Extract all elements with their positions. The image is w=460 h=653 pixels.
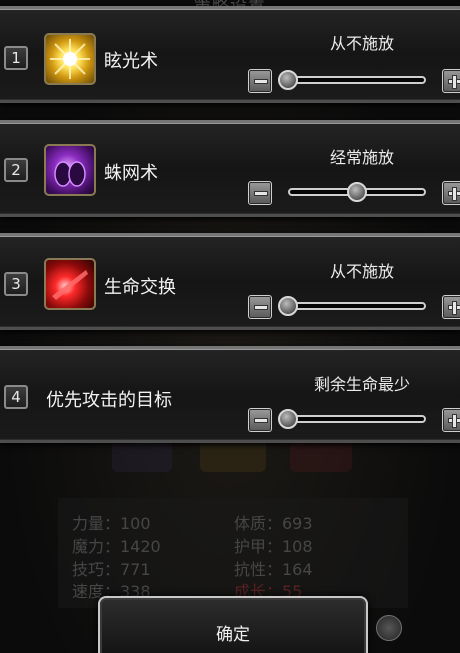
row-number: 1 bbox=[4, 46, 28, 70]
web-skill-icon bbox=[44, 144, 96, 196]
increase-button[interactable] bbox=[442, 295, 460, 319]
slider-thumb[interactable] bbox=[278, 296, 298, 316]
slider-thumb[interactable] bbox=[278, 70, 298, 90]
stat-armor: 护甲：108 bbox=[234, 537, 313, 556]
slider-thumb[interactable] bbox=[347, 182, 367, 202]
blood-streak-icon bbox=[52, 270, 88, 300]
confirm-button[interactable]: 确定 bbox=[98, 596, 368, 653]
stat-magic: 魔力：1420 bbox=[72, 537, 161, 556]
ghost-portrait-1 bbox=[112, 440, 172, 472]
decrease-button[interactable] bbox=[248, 408, 272, 432]
increase-button[interactable] bbox=[442, 181, 460, 205]
decrease-button[interactable] bbox=[248, 69, 272, 93]
frequency-slider[interactable] bbox=[288, 302, 426, 310]
priority-slider[interactable] bbox=[288, 415, 426, 423]
decrease-button[interactable] bbox=[248, 181, 272, 205]
skill-name: 眩光术 bbox=[104, 51, 158, 72]
skill-name: 蛛网术 bbox=[104, 163, 158, 184]
frequency-slider[interactable] bbox=[288, 76, 426, 84]
stat-constitution: 体质：693 bbox=[234, 514, 313, 533]
strategy-row-4: 4 优先攻击的目标 剩余生命最少 bbox=[0, 346, 460, 443]
strategy-row-2: 2 蛛网术 经常施放 bbox=[0, 120, 460, 217]
target-priority-label: 优先攻击的目标 bbox=[46, 390, 172, 411]
strategy-row-3: 3 生命交换 从不施放 bbox=[0, 233, 460, 330]
cast-frequency-label: 经常施放 bbox=[329, 148, 394, 167]
increase-button[interactable] bbox=[442, 69, 460, 93]
stat-skill: 技巧：771 bbox=[72, 560, 151, 579]
decrease-button[interactable] bbox=[248, 295, 272, 319]
increase-button[interactable] bbox=[442, 408, 460, 432]
skill-name: 生命交换 bbox=[104, 277, 176, 298]
stat-resistance: 抗性：164 bbox=[234, 560, 313, 579]
gear-icon[interactable] bbox=[376, 615, 402, 641]
target-priority-value: 剩余生命最少 bbox=[313, 375, 410, 394]
cast-frequency-label: 从不施放 bbox=[329, 262, 394, 281]
ghost-portrait-2 bbox=[200, 440, 266, 472]
glare-burst-icon bbox=[50, 39, 90, 79]
row-number: 4 bbox=[4, 385, 28, 409]
strategy-row-1: 1 眩光术 从不施放 bbox=[0, 6, 460, 103]
row-number: 3 bbox=[4, 272, 28, 296]
row-number: 2 bbox=[4, 158, 28, 182]
glare-skill-icon bbox=[44, 33, 96, 85]
stats-panel: 力量：100 魔力：1420 技巧：771 速度：338 体质：693 护甲：1… bbox=[58, 498, 408, 608]
ghost-portrait-3 bbox=[290, 440, 352, 472]
confirm-label: 确定 bbox=[216, 625, 250, 645]
slider-thumb[interactable] bbox=[278, 409, 298, 429]
spider-web-icon bbox=[54, 161, 86, 187]
life-swap-skill-icon bbox=[44, 258, 96, 310]
stat-strength: 力量：100 bbox=[72, 514, 151, 533]
cast-frequency-label: 从不施放 bbox=[329, 34, 394, 53]
